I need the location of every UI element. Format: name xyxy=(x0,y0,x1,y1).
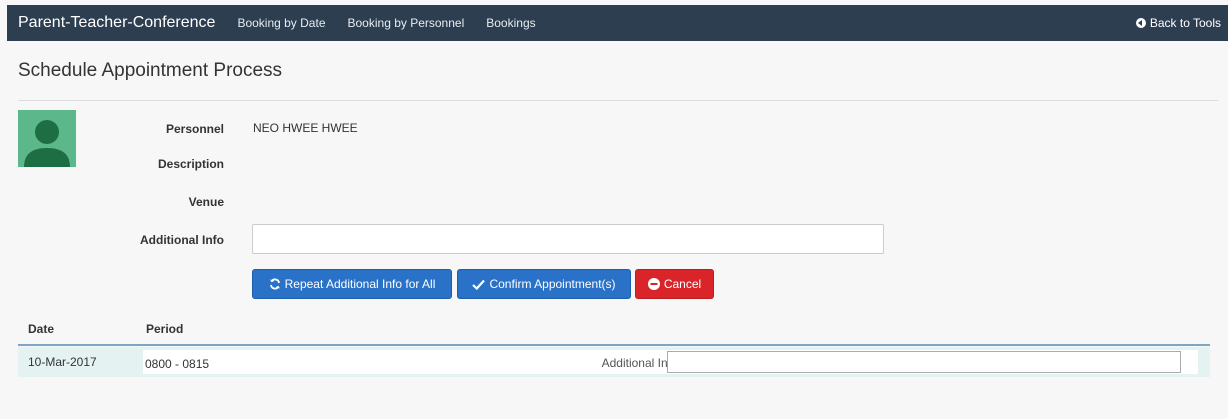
back-arrow-icon xyxy=(1135,18,1146,28)
date-column-header: Date xyxy=(28,322,55,336)
row-date: 10-Mar-2017 xyxy=(28,355,97,369)
nav-booking-by-date[interactable]: Booking by Date xyxy=(237,16,325,30)
confirm-appointments-button[interactable]: Confirm Appointment(s) xyxy=(457,269,631,299)
table-header-divider xyxy=(18,344,1210,346)
avatar xyxy=(18,110,76,167)
app-brand[interactable]: Parent-Teacher-Conference xyxy=(7,14,215,32)
additional-info-input[interactable] xyxy=(252,224,884,254)
description-label: Description xyxy=(157,157,224,171)
row-period-cell: 0800 - 0815 Additional Info: xyxy=(143,350,1198,374)
refresh-icon xyxy=(269,278,280,290)
check-icon xyxy=(472,279,486,290)
personnel-value: NEO HWEE HWEE xyxy=(253,121,358,135)
period-column-header: Period xyxy=(146,322,184,336)
cancel-button-label: Cancel xyxy=(663,277,702,291)
back-to-tools-label: Back to Tools xyxy=(1149,16,1221,30)
personnel-label: Personnel xyxy=(165,122,224,136)
repeat-additional-info-button[interactable]: Repeat Additional Info for All xyxy=(252,269,452,299)
cancel-button[interactable]: Cancel xyxy=(635,269,714,299)
minus-circle-icon xyxy=(647,278,660,290)
nav-booking-by-personnel[interactable]: Booking by Personnel xyxy=(348,16,465,30)
repeat-button-label: Repeat Additional Info for All xyxy=(284,277,436,291)
page-title: Schedule Appointment Process xyxy=(18,60,283,81)
title-divider xyxy=(18,100,1218,101)
additional-info-label: Additional Info xyxy=(140,233,224,247)
nav-bookings[interactable]: Bookings xyxy=(486,16,535,30)
back-to-tools-link[interactable]: Back to Tools xyxy=(1135,16,1221,30)
venue-label: Venue xyxy=(188,195,224,209)
user-silhouette-icon xyxy=(24,120,70,167)
top-navbar: Parent-Teacher-Conference Booking by Dat… xyxy=(7,5,1228,41)
confirm-button-label: Confirm Appointment(s) xyxy=(489,277,616,291)
row-additional-info-input[interactable] xyxy=(667,351,1181,373)
table-header: Date Period xyxy=(18,314,1210,344)
row-period: 0800 - 0815 xyxy=(145,357,210,371)
table-row: 10-Mar-2017 0800 - 0815 Additional Info: xyxy=(18,347,1210,377)
